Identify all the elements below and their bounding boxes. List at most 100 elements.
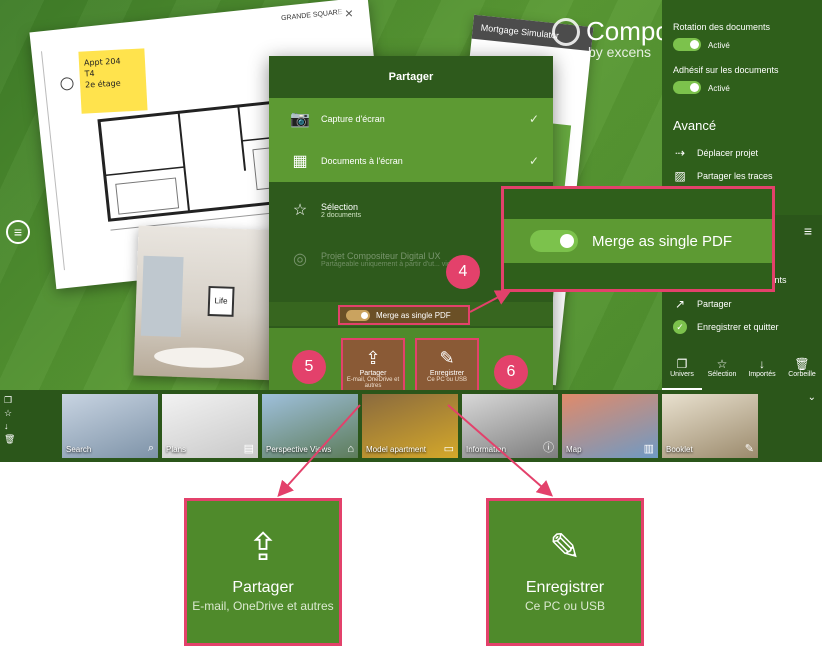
rotation-value: Activé xyxy=(708,41,730,50)
plans-icon: ▤ xyxy=(243,443,254,455)
save-quit-label: Enregistrer et quitter xyxy=(697,322,779,332)
save-button-sub: Ce PC ou USB xyxy=(426,377,468,383)
merge-pdf-label: Merge as single PDF xyxy=(376,310,451,320)
share-button-sub: E-mail, OneDrive et autres xyxy=(346,377,400,389)
sticky-note[interactable]: Appt 204 T4 2e étage xyxy=(78,48,148,114)
trash-icon: 🗑 xyxy=(794,357,810,371)
tab-importes[interactable]: ↓ Importés xyxy=(742,354,782,390)
tile-map-label: Map xyxy=(566,445,582,454)
share-label: Partager xyxy=(697,299,732,309)
tile-model-apartment[interactable]: Model apartment ▭ xyxy=(362,394,458,458)
close-icon[interactable]: × xyxy=(338,2,360,24)
compositeur-icon: ◎ xyxy=(293,251,307,268)
map-icon: ▥ xyxy=(643,443,654,455)
option-screen-documents[interactable]: ▦ Documents à l'écran ✓ xyxy=(269,140,553,182)
model-apartment-photo[interactable]: Life xyxy=(133,225,285,381)
merge-callout: Merge as single PDF xyxy=(501,186,775,292)
save-quit-item[interactable]: ✓ Enregistrer et quitter xyxy=(673,320,779,334)
move-project-label: Déplacer projet xyxy=(697,148,759,158)
option-project-sub: Partageable uniquement à partir d'ut... … xyxy=(321,260,459,268)
option-selection-label: Sélection xyxy=(321,201,359,212)
brand-sub: by excens xyxy=(588,44,652,60)
rotation-label: Rotation des documents xyxy=(673,22,771,32)
tile-model-label: Model apartment xyxy=(366,445,427,454)
check-circle-icon: ✓ xyxy=(673,320,687,334)
share-arrow-icon: ⇪ xyxy=(365,348,381,368)
tile-booklet[interactable]: Booklet ✎ xyxy=(662,394,758,458)
book-icon: ✎ xyxy=(744,443,754,455)
save-button-label: Enregistrer xyxy=(429,370,465,377)
share-traces-icon: ▨ xyxy=(674,169,686,183)
tile-information-label: Information xyxy=(466,445,507,454)
dialog-title: Partager xyxy=(388,71,434,83)
badge-5: 5 xyxy=(292,350,326,384)
share-icon: ↗ xyxy=(674,297,686,311)
share-arrow-icon: ⇪ xyxy=(247,527,279,569)
zoom-save-sub: Ce PC ou USB xyxy=(524,599,606,613)
selection-icon: ☆ xyxy=(716,357,728,371)
adhesif-label: Adhésif sur les documents xyxy=(673,65,779,75)
zoom-share-button: ⇪ Partager E-mail, OneDrive et autres xyxy=(184,498,342,646)
photo-wall-art: Life xyxy=(207,285,235,317)
option-selection-sub: 2 documents xyxy=(321,211,362,219)
photo-table xyxy=(153,346,245,370)
tab-univers-label: Univers xyxy=(670,371,694,378)
check-icon: ✓ xyxy=(528,112,539,126)
tab-corbeille-label: Corbeille xyxy=(788,371,816,378)
share-traces-item[interactable]: ▨ Partager les traces xyxy=(673,169,773,183)
tab-importes-label: Importés xyxy=(748,371,776,378)
merge-callout-band: Merge as single PDF xyxy=(504,219,772,263)
option-project-label: Projet Compositeur Digital UX xyxy=(321,250,441,261)
merge-callout-label: Merge as single PDF xyxy=(592,232,733,250)
zoom-share-label: Partager xyxy=(232,579,294,596)
tile-plans-label: Plans xyxy=(166,445,187,454)
photo-window xyxy=(140,255,184,338)
building-icon: ⌂ xyxy=(347,443,354,455)
adhesif-toggle[interactable] xyxy=(673,81,701,94)
advanced-header: Avancé xyxy=(673,118,717,133)
info-icon: ⓘ xyxy=(543,442,554,454)
save-edit-icon: ✎ xyxy=(439,348,455,368)
adhesif-value: Activé xyxy=(708,84,730,93)
merge-pdf-toggle-row[interactable]: Merge as single PDF xyxy=(338,305,470,325)
option-screenshot[interactable]: 📷 Capture d'écran ✓ xyxy=(269,98,553,140)
camera-icon: 📷 xyxy=(290,111,310,128)
share-traces-label: Partager les traces xyxy=(697,171,773,181)
tab-corbeille[interactable]: 🗑 Corbeille xyxy=(782,354,822,390)
share-button-label: Partager xyxy=(359,370,387,377)
share-item[interactable]: ↗ Partager xyxy=(673,297,732,311)
move-project-item[interactable]: ⇢ Déplacer projet xyxy=(673,146,758,160)
strip-side-icons: ❐ ☆ ↓ 🗑 xyxy=(4,395,16,444)
tab-univers[interactable]: ❐ Univers xyxy=(662,354,702,390)
move-icon: ⇢ xyxy=(674,146,686,160)
panel-tabs: ❐ Univers ☆ Sélection ↓ Importés 🗑 Corbeille xyxy=(662,354,822,390)
tab-selection-label: Sélection xyxy=(707,371,737,378)
badge-6: 6 xyxy=(494,355,528,389)
tile-map[interactable]: Map ▥ xyxy=(562,394,658,458)
layout-icon: ▦ xyxy=(292,153,308,170)
tile-information[interactable]: Information ⓘ xyxy=(462,394,558,458)
univers-icon: ❐ xyxy=(676,357,688,371)
tile-perspective-views[interactable]: Perspective Views ⌂ xyxy=(262,394,358,458)
check-icon: ✓ xyxy=(528,154,539,168)
tile-search[interactable]: Search ⌕ xyxy=(62,394,158,458)
hamburger-menu-icon[interactable]: ≡ xyxy=(6,220,30,244)
merge-callout-toggle xyxy=(530,230,578,252)
zoom-save-button: ✎ Enregistrer Ce PC ou USB xyxy=(486,498,644,646)
tile-booklet-label: Booklet xyxy=(666,445,693,454)
brand-ring-icon xyxy=(552,17,580,46)
merge-pdf-toggle[interactable] xyxy=(346,309,370,321)
chevron-down-icon[interactable]: ⌄ xyxy=(808,392,816,403)
tab-selection[interactable]: ☆ Sélection xyxy=(702,354,742,390)
zoom-share-sub: E-mail, OneDrive et autres xyxy=(192,599,334,613)
panel-menu-icon[interactable]: ≡ xyxy=(804,223,812,239)
tile-perspective-label: Perspective Views xyxy=(266,445,332,454)
zoom-save-label: Enregistrer xyxy=(525,579,605,596)
rotation-toggle[interactable] xyxy=(673,38,701,51)
download-icon: ↓ xyxy=(759,357,765,371)
tile-plans[interactable]: Plans ▤ xyxy=(162,394,258,458)
save-edit-icon: ✎ xyxy=(549,527,581,569)
option-screenshot-label: Capture d'écran xyxy=(321,114,385,124)
badge-4: 4 xyxy=(446,255,480,289)
tile-search-label: Search xyxy=(66,445,92,454)
